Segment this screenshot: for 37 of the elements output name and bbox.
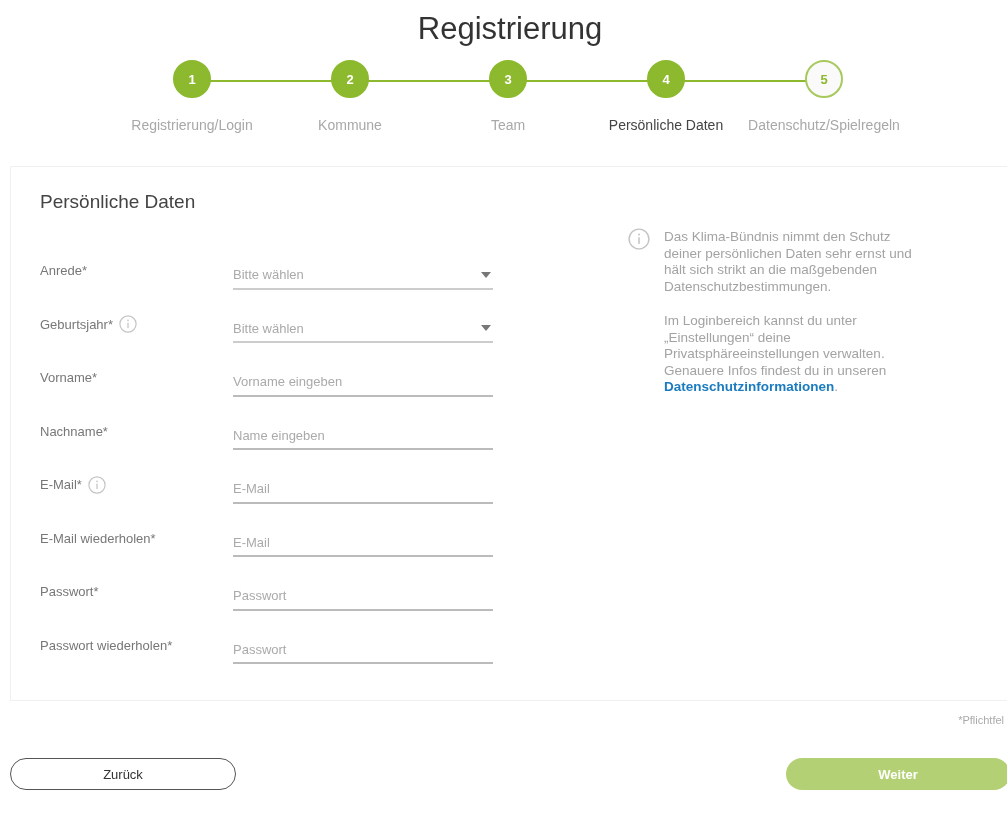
step-circle[interactable]: 4 — [647, 60, 685, 98]
step-label[interactable]: Kommune — [318, 117, 382, 133]
section-heading: Persönliche Daten — [40, 191, 197, 213]
input-field[interactable]: E-Mail — [233, 529, 493, 558]
privacy-text: Das Klima-Bündnis nimmt den Schutz deiner persönlichen Daten sehr ernst und hält sich strikt an die maßgebenden Datenschutzbestimmungen. — [664, 229, 913, 295]
privacy-text: Im Loginbereich kannst du unter „Einstellungen“ deine Privatsphäreeinstellungen verwalten. Genauere Infos findest du in unseren Datenschutzinformationen. — [664, 313, 888, 396]
info-icon — [628, 228, 650, 250]
info-icon — [87, 475, 106, 494]
step-circle[interactable]: 2 — [331, 60, 369, 98]
input-field[interactable]: Name eingeben — [233, 422, 493, 451]
field-label: Passwort* — [40, 584, 99, 600]
step-label[interactable]: Persönliche Daten — [608, 117, 724, 133]
field-label: E-Mail wiederholen* — [40, 530, 156, 546]
field-label: E-Mail* — [40, 477, 82, 493]
input-field[interactable]: Vorname eingeben — [233, 368, 493, 397]
step-circle[interactable]: 5 — [805, 60, 843, 98]
page-title: Registrierung — [416, 10, 604, 48]
field-label: Passwort wiederholen* — [40, 637, 173, 653]
step-label[interactable]: Datenschutz/Spielregeln — [748, 117, 900, 133]
back-button[interactable]: Zurück — [10, 758, 236, 790]
field-label: Nachname* — [40, 423, 108, 439]
select-field[interactable]: Bitte wählen — [233, 315, 493, 344]
step-circle[interactable]: 3 — [489, 60, 527, 98]
input-field[interactable]: E-Mail — [233, 475, 493, 504]
field-label: Geburtsjahr* — [40, 316, 113, 332]
field-label: Anrede* — [40, 263, 87, 279]
caret-icon[interactable] — [481, 271, 491, 278]
input-field[interactable]: Passwort — [233, 582, 493, 611]
step-circle[interactable]: 1 — [173, 60, 211, 98]
step-label[interactable]: Team — [490, 117, 526, 133]
required-note: *Pflichtfel — [958, 714, 1004, 726]
input-field[interactable]: Passwort — [233, 636, 493, 665]
field-label: Vorname* — [40, 370, 98, 386]
info-icon — [119, 315, 137, 334]
caret-icon[interactable] — [481, 325, 491, 332]
select-field[interactable]: Bitte wählen — [233, 261, 493, 290]
step-label[interactable]: Registrierung/Login — [131, 117, 253, 133]
